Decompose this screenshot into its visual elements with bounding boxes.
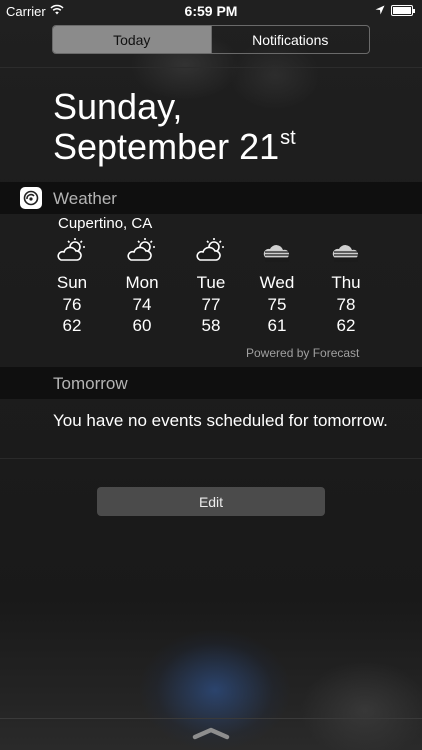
forecast-day-name: Sun [56,273,88,292]
forecast-app-icon [20,187,42,209]
location-arrow-icon [375,5,385,15]
forecast-low: 60 [132,316,152,335]
fog-icon [263,245,290,262]
forecast-day[interactable]: Wed 75 61 [247,236,307,336]
edit-button[interactable]: Edit [97,487,325,516]
tomorrow-widget-title: Tomorrow [53,374,128,393]
divider [0,718,422,719]
weather-widget-header[interactable]: Weather [0,182,422,214]
forecast-day-name: Wed [259,273,295,292]
forecast-day[interactable]: Tue 77 58 [181,236,241,336]
forecast-day-name: Thu [331,273,361,292]
forecast-day[interactable]: Thu 78 62 [316,236,376,336]
forecast-high: 75 [267,295,287,314]
partly-sunny-icon [127,238,155,261]
grabber-handle-icon[interactable] [192,726,230,740]
forecast-low: 62 [336,316,356,335]
fog-icon [332,245,359,262]
tomorrow-widget-header[interactable]: Tomorrow [0,367,422,399]
forecast-day-name: Tue [196,273,226,292]
divider [0,67,422,68]
forecast-high: 78 [336,295,356,314]
divider [0,458,422,459]
forecast-day-name: Mon [125,273,159,292]
date-month-day-text: September 21 [53,126,280,167]
forecast-high: 76 [62,295,82,314]
date-ordinal-suffix: st [280,127,296,149]
forecast-day[interactable]: Mon 74 60 [112,236,172,336]
weather-widget-title: Weather [53,189,117,208]
date-weekday: Sunday, [53,86,183,127]
battery-icon [391,5,415,16]
forecast-low: 62 [62,316,82,335]
forecast-low: 61 [267,316,287,335]
date-month-day: September 21st [53,126,296,168]
tab-switcher: Today Notifications [52,25,370,54]
status-bar: Carrier 6:59 PM [0,0,422,22]
partly-sunny-icon [196,238,224,261]
tab-notifications[interactable]: Notifications [210,26,370,53]
partly-sunny-icon [57,238,85,261]
forecast-high: 77 [201,295,221,314]
forecast-low: 58 [201,316,221,335]
clock: 6:59 PM [184,3,238,19]
background-glow [300,660,422,750]
powered-by-link[interactable]: Powered by Forecast [246,346,359,360]
forecast-day[interactable]: Sun 76 62 [42,236,102,336]
tomorrow-summary: You have no events scheduled for tomorro… [53,411,388,430]
tab-today[interactable]: Today [53,26,211,53]
forecast-high: 74 [132,295,152,314]
weather-location: Cupertino, CA [58,215,153,232]
notification-center: Carrier 6:59 PM Today Notifications Sund… [0,0,422,750]
